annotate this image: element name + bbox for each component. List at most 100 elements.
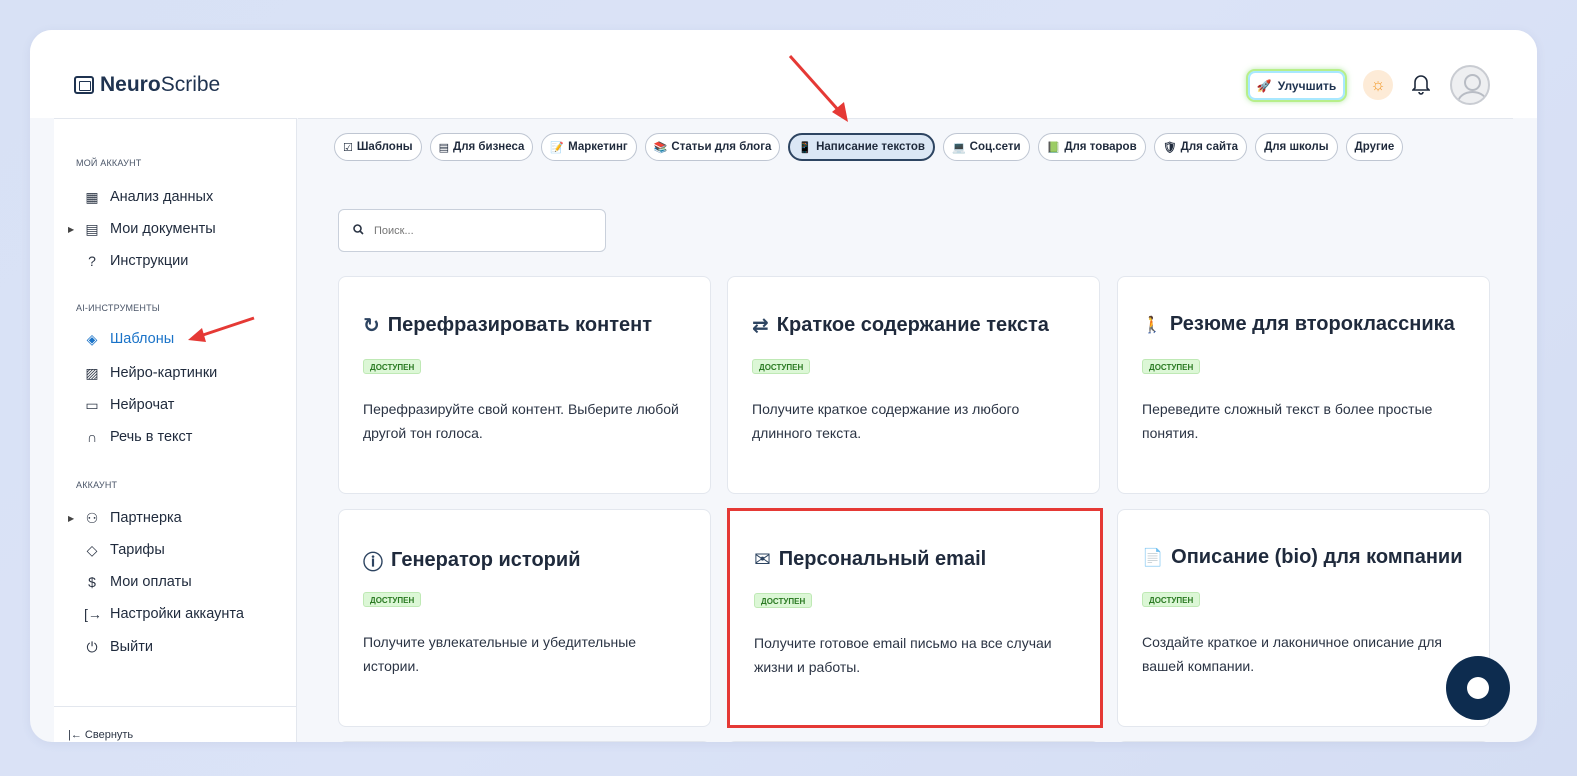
annotation-arrow-sidebar: [188, 316, 255, 342]
dollar-icon: $: [88, 574, 96, 590]
memo-icon: 📝: [550, 141, 565, 154]
sidebar: МОЙ АККАУНТ ▦ Анализ данных ▶ ▤ Мои доку…: [54, 118, 297, 742]
person-icon: 🚶: [1142, 316, 1162, 334]
section-label-account: МОЙ АККАУНТ: [76, 158, 142, 168]
sidebar-item-neuro-images[interactable]: ▨ Нейро-картинки: [68, 362, 217, 384]
logo[interactable]: NeuroScribe: [74, 73, 220, 97]
tab-marketing[interactable]: 📝 Маркетинг: [541, 133, 637, 161]
card-title-text: Генератор историй: [391, 549, 581, 571]
search-box[interactable]: [338, 209, 606, 252]
template-card-partial[interactable]: [338, 741, 711, 742]
sidebar-item-data-analysis[interactable]: ▦ Анализ данных: [68, 186, 213, 208]
card-title: ↻ Перефразировать контент: [363, 313, 652, 338]
envelope-icon: ✉: [754, 549, 771, 571]
image-icon: ▨: [85, 364, 99, 381]
tab-business[interactable]: ▤ Для бизнеса: [429, 133, 534, 161]
document-icon: ▤: [85, 220, 99, 237]
sidebar-item-logout[interactable]: ⏻ Выйти: [68, 636, 152, 658]
tab-label: Для товаров: [1064, 141, 1137, 153]
headphones-icon: ∩: [86, 429, 98, 445]
sidebar-item-label: Нейрочат: [110, 397, 175, 413]
search-icon: [353, 223, 364, 238]
template-card-summary[interactable]: ⇄ Краткое содержание текста ДОСТУПЕН Полу…: [727, 276, 1100, 494]
tab-website[interactable]: 🛡 Для сайта: [1153, 133, 1248, 161]
tab-other[interactable]: Другие: [1345, 133, 1404, 161]
logo-rest-text: Scribe: [160, 73, 221, 96]
status-badge: ДОСТУПЕН: [754, 593, 813, 608]
shield-icon: 🛡: [1162, 141, 1177, 154]
tab-school[interactable]: Для школы: [1255, 133, 1338, 161]
category-tabs: ☑ Шаблоны ▤ Для бизнеса 📝 Маркетинг 📚 Статьи…: [334, 133, 1404, 161]
grid-icon: ▦: [85, 188, 99, 205]
card-description: Получите увлекательные и убедительные ис…: [363, 634, 637, 674]
sidebar-item-my-documents[interactable]: ▶ ▤ Мои документы: [68, 218, 216, 240]
phone-icon: 📱: [798, 141, 813, 154]
calendar-icon: ▤: [438, 141, 449, 154]
avatar[interactable]: [1450, 65, 1490, 105]
status-badge: ДОСТУПЕН: [1142, 359, 1201, 374]
login-icon: [→: [84, 606, 102, 622]
status-badge: ДОСТУПЕН: [363, 592, 422, 607]
tag-icon: ◇: [86, 541, 98, 558]
collapse-label: Свернуть: [84, 729, 134, 741]
sidebar-item-label: Настройки аккаунта: [110, 606, 244, 622]
sidebar-item-tariffs[interactable]: ◇ Тарифы: [68, 539, 165, 561]
template-card-partial[interactable]: [1117, 741, 1490, 742]
template-card-paraphrase[interactable]: ↻ Перефразировать контент ДОСТУПЕН Перефр…: [338, 276, 711, 494]
sidebar-item-partners[interactable]: ▶ ⚇ Партнерка: [68, 507, 182, 529]
sidebar-item-label: Тарифы: [110, 542, 165, 558]
refresh-icon: ↻: [363, 315, 380, 337]
template-card-partial[interactable]: [727, 741, 1100, 742]
checkbox-icon: ☑: [343, 141, 353, 154]
collapse-button[interactable]: |← Свернуть: [68, 729, 133, 741]
tab-text-writing[interactable]: 📱 Написание текстов: [788, 133, 935, 161]
sidebar-divider: [54, 706, 297, 707]
card-title: 📄 Описание (bio) для компании: [1142, 546, 1463, 569]
tab-label: Для бизнеса: [453, 141, 525, 153]
upgrade-button[interactable]: 🚀 Улучшить: [1246, 69, 1347, 102]
status-badge: ДОСТУПЕН: [363, 359, 422, 374]
tab-label: Для сайта: [1180, 141, 1239, 153]
page-icon: 📄: [1142, 547, 1164, 567]
template-card-company-bio[interactable]: 📄 Описание (bio) для компании ДОСТУПЕН Со…: [1117, 509, 1490, 727]
sun-icon[interactable]: ☼: [1363, 70, 1393, 100]
sidebar-item-account-settings[interactable]: [→ Настройки аккаунта: [68, 603, 244, 625]
card-description: Создайте краткое и лаконичное описание д…: [1142, 634, 1442, 674]
caret-right-icon: ▶: [68, 224, 75, 234]
bell-icon[interactable]: [1411, 73, 1431, 101]
card-title-text: Краткое содержание текста: [776, 314, 1049, 336]
tab-label: Маркетинг: [568, 141, 628, 153]
search-input[interactable]: [374, 224, 574, 237]
sidebar-item-label: Речь в текст: [110, 429, 193, 445]
template-card-story-generator[interactable]: ⓘ Генератор историй ДОСТУПЕН Получите увл…: [338, 509, 711, 727]
card-title-text: Перефразировать контент: [387, 314, 652, 336]
tab-label: Статьи для блога: [671, 141, 772, 153]
sidebar-item-label: Партнерка: [110, 510, 182, 526]
tab-blog-articles[interactable]: 📚 Статьи для блога: [644, 133, 781, 161]
sidebar-item-payments[interactable]: $ Мои оплаты: [68, 571, 192, 593]
caret-right-icon: ▶: [68, 513, 75, 523]
card-description: Перефразируйте свой контент. Выберите лю…: [363, 401, 679, 441]
rocket-icon: 🚀: [1256, 78, 1272, 93]
card-description: Переведите сложный текст в более простые…: [1142, 401, 1433, 441]
tab-products[interactable]: 📗 Для товаров: [1037, 133, 1146, 161]
books-icon: 📚: [653, 141, 668, 154]
sidebar-item-templates[interactable]: ◈ Шаблоны: [68, 328, 175, 350]
annotation-arrow-top: [788, 55, 848, 122]
collapse-icon: |←: [68, 729, 82, 741]
sidebar-item-neurochat[interactable]: ▭ Нейрочат: [68, 394, 174, 416]
sidebar-item-label: Мои оплаты: [110, 574, 192, 590]
tab-label: Для школы: [1264, 141, 1329, 153]
card-description: Получите краткое содержание из любого дл…: [752, 401, 1020, 441]
sidebar-item-speech-to-text[interactable]: ∩ Речь в текст: [68, 426, 192, 448]
sidebar-item-label: Мои документы: [110, 221, 216, 237]
card-description: Получите готовое email письмо на все слу…: [754, 635, 1052, 675]
tab-templates[interactable]: ☑ Шаблоны: [334, 133, 422, 161]
sidebar-item-instructions[interactable]: ? Инструкции: [68, 250, 188, 272]
sidebar-item-label: Анализ данных: [110, 189, 214, 205]
template-card-second-grader[interactable]: 🚶 Резюме для второклассника ДОСТУПЕН Пере…: [1117, 276, 1490, 494]
logo-icon: [74, 76, 94, 94]
chat-widget-button[interactable]: [1446, 656, 1510, 720]
tab-social[interactable]: 💻 Соц.сети: [942, 133, 1030, 161]
template-card-personal-email[interactable]: ✉ Персональный email ДОСТУПЕН Получите го…: [727, 508, 1103, 728]
